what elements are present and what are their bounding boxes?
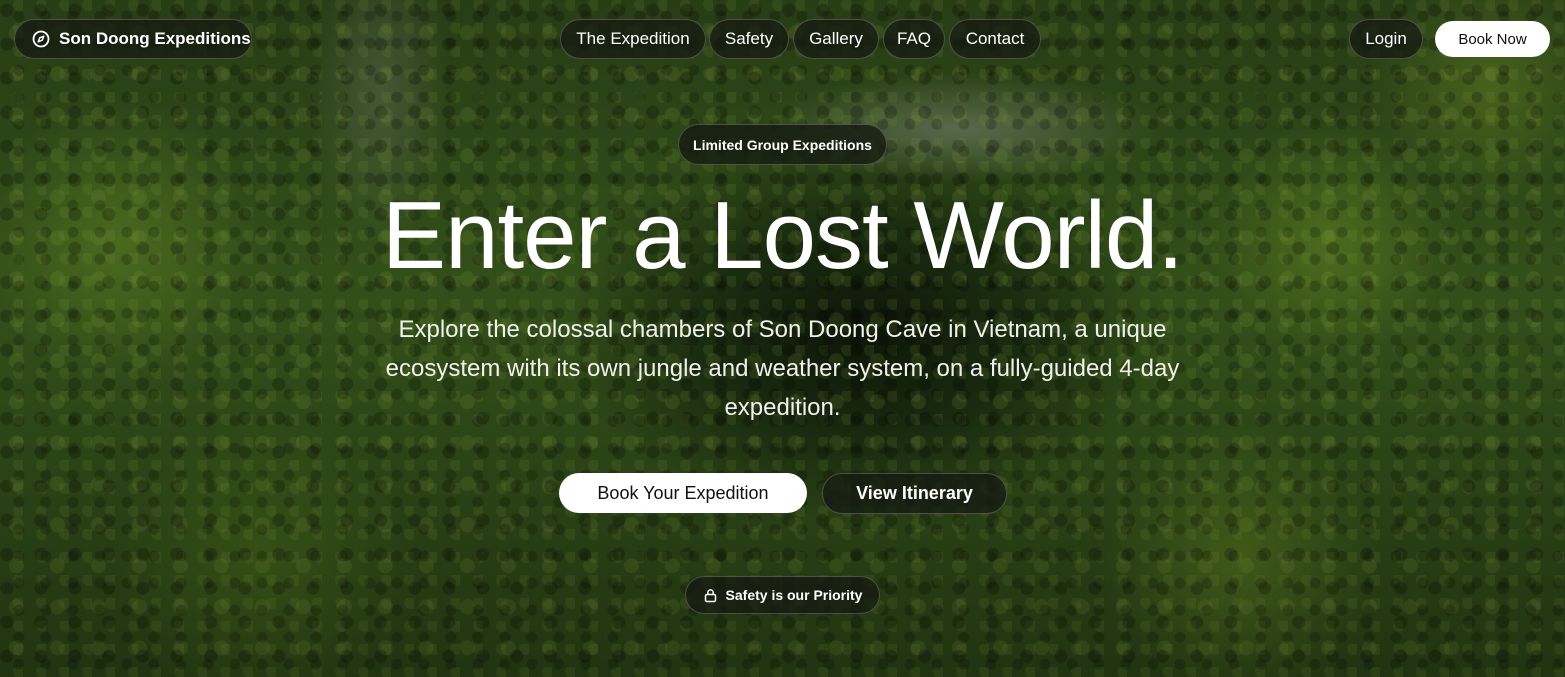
view-itinerary-button[interactable]: View Itinerary xyxy=(822,473,1007,514)
nav-item-safety[interactable]: Safety xyxy=(709,19,789,59)
book-your-expedition-button[interactable]: Book Your Expedition xyxy=(559,473,807,513)
lock-icon xyxy=(703,588,718,603)
hero-headline: Enter a Lost World. xyxy=(382,182,1184,289)
limited-group-badge: Limited Group Expeditions xyxy=(678,124,887,165)
compass-icon xyxy=(32,30,50,48)
nav-item-faq[interactable]: FAQ xyxy=(883,19,945,59)
brand-logo-link[interactable]: Son Doong Expeditions xyxy=(14,19,252,59)
login-button[interactable]: Login xyxy=(1349,19,1423,59)
brand-name: Son Doong Expeditions xyxy=(59,29,251,48)
hero-subtitle: Explore the colossal chambers of Son Doo… xyxy=(385,316,1180,421)
book-now-button[interactable]: Book Now xyxy=(1435,21,1550,57)
nav-item-gallery[interactable]: Gallery xyxy=(793,19,879,59)
nav-item-contact[interactable]: Contact xyxy=(949,19,1041,59)
safety-badge: Safety is our Priority xyxy=(685,576,880,614)
nav-item-the-expedition[interactable]: The Expedition xyxy=(560,19,706,59)
safety-badge-label: Safety is our Priority xyxy=(725,587,863,603)
